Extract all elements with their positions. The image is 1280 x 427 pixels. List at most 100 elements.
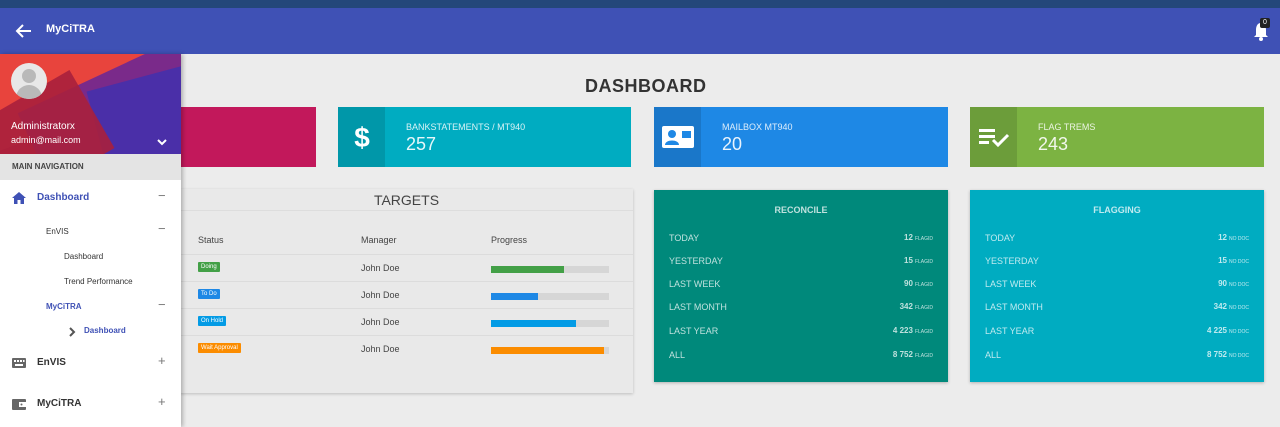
stat-unit: FLAGID xyxy=(914,353,933,359)
progress-fill xyxy=(491,293,539,300)
progress-fill xyxy=(491,266,565,273)
info-box-label: MAILBOX MT940 xyxy=(722,122,793,132)
stat-value: 4 225 NO DOC xyxy=(1207,326,1249,335)
chevron-down-icon[interactable] xyxy=(156,137,168,147)
stat-row: LAST MONTH 342 FLAGID xyxy=(669,302,933,318)
collapse-toggle[interactable]: − xyxy=(158,221,166,236)
stat-value: 15 FLAGID xyxy=(904,256,933,265)
sidebar-item-label: Dashboard xyxy=(84,326,126,335)
sidebar-item-mycitra-dashboard[interactable]: Dashboard xyxy=(0,320,181,346)
stat-label: LAST WEEK xyxy=(985,279,1037,289)
stat-value: 8 752 FLAGID xyxy=(893,350,933,359)
stat-label: LAST MONTH xyxy=(669,302,727,312)
info-box-bankstatements[interactable]: $ BANKSTATEMENTS / MT940 257 xyxy=(338,107,631,167)
stat-label: ALL xyxy=(669,350,686,360)
column-header-manager: Manager xyxy=(361,235,397,245)
stat-number: 342 xyxy=(1213,302,1227,311)
stat-row: LAST WEEK 90 FLAGID xyxy=(669,279,933,295)
home-icon xyxy=(12,192,26,204)
table-row[interactable]: Wait Approval John Doe xyxy=(180,335,633,362)
keyboard-icon xyxy=(12,358,26,368)
progress-fill xyxy=(491,320,576,327)
stat-unit: NO DOC xyxy=(1229,305,1249,311)
stat-value: 8 752 NO DOC xyxy=(1207,350,1249,359)
table-row[interactable]: On Hold John Doe xyxy=(180,308,633,335)
targets-panel: TARGETS Status Manager Progress Doing Jo… xyxy=(180,189,633,393)
stat-unit: NO DOC xyxy=(1229,259,1249,265)
sidebar-item-mycitra[interactable]: MyCiTRA + xyxy=(0,393,181,419)
expand-toggle[interactable]: + xyxy=(158,394,166,409)
sidebar-item-label: EnVIS xyxy=(37,357,66,368)
main-navigation-header: MAIN NAVIGATION xyxy=(0,154,181,180)
info-box-flag-trems[interactable]: FLAG TREMS 243 xyxy=(970,107,1264,167)
sidebar-item-envis-sub[interactable]: EnVIS − xyxy=(0,220,181,246)
stat-label: YESTERDAY xyxy=(669,256,723,266)
top-strip xyxy=(0,0,1280,8)
stat-label: YESTERDAY xyxy=(985,256,1039,266)
avatar[interactable] xyxy=(11,63,47,99)
stat-unit: FLAGID xyxy=(914,305,933,311)
stat-label: TODAY xyxy=(669,233,700,243)
reconcile-card: RECONCILE TODAY 12 FLAGID YESTERDAY 15 FLAGI… xyxy=(654,190,948,382)
column-header-progress: Progress xyxy=(491,235,528,245)
progress-bar xyxy=(491,293,609,300)
status-badge: On Hold xyxy=(198,316,227,326)
sidebar-item-dashboard[interactable]: Dashboard − xyxy=(0,187,181,213)
sidebar-item-envis[interactable]: EnVIS + xyxy=(0,352,181,378)
stat-number: 8 752 xyxy=(892,350,913,359)
progress-bar xyxy=(491,320,609,327)
stat-row: TODAY 12 FLAGID xyxy=(669,233,933,249)
app-title: MyCiTRA xyxy=(46,23,95,35)
collapse-toggle[interactable]: − xyxy=(158,297,166,312)
flagging-title: FLAGGING xyxy=(1093,205,1141,215)
checklist-icon xyxy=(970,107,1017,167)
stat-value: 342 FLAGID xyxy=(900,302,933,311)
stat-label: LAST YEAR xyxy=(669,326,719,336)
collapse-toggle[interactable]: − xyxy=(158,188,166,203)
main-content: DASHBOARD $ BANKSTATEMENTS / MT940 257 M… xyxy=(0,54,1280,427)
info-box-pink[interactable] xyxy=(180,107,316,167)
stat-unit: FLAGID xyxy=(914,236,933,242)
sidebar-item-label: EnVIS xyxy=(46,227,69,236)
avatar-head xyxy=(22,69,36,83)
info-box-value: 243 xyxy=(1038,134,1069,154)
stat-unit: FLAGID xyxy=(914,259,933,265)
sidebar-item-label: MyCiTRA xyxy=(46,302,82,311)
stat-value: 4 223 FLAGID xyxy=(893,326,933,335)
stat-value: 12 NO DOC xyxy=(1218,233,1249,242)
info-box-value: 257 xyxy=(406,134,437,154)
avatar-body xyxy=(16,85,42,99)
stat-number: 342 xyxy=(899,302,913,311)
table-row[interactable]: Doing John Doe xyxy=(180,254,633,281)
table-row[interactable]: To Do John Doe xyxy=(180,281,633,308)
stat-row: TODAY 12 NO DOC xyxy=(985,233,1249,249)
notification-count-badge: 0 xyxy=(1260,18,1270,28)
app-bar: MyCiTRA 0 xyxy=(0,8,1280,54)
progress-bar xyxy=(491,266,609,273)
expand-toggle[interactable]: + xyxy=(158,353,166,368)
sidebar-item-mycitra-sub[interactable]: MyCiTRA − xyxy=(0,296,181,322)
sidebar-item-label: MyCiTRA xyxy=(37,398,82,409)
info-box-value: 20 xyxy=(722,134,743,154)
sidebar: Administratorx admin@mail.com MAIN NAVIG… xyxy=(0,54,181,427)
chevron-right-icon xyxy=(69,327,76,337)
sidebar-item-envis-dashboard[interactable]: Dashboard xyxy=(0,246,181,272)
sidebar-item-label: Dashboard xyxy=(37,192,90,203)
info-box-mailbox[interactable]: MAILBOX MT940 20 xyxy=(654,107,948,167)
manager-cell: John Doe xyxy=(361,290,400,300)
stat-value: 90 NO DOC xyxy=(1218,279,1249,288)
sidebar-item-trend-performance[interactable]: Trend Performance xyxy=(0,271,181,297)
stat-row: ALL 8 752 FLAGID xyxy=(669,350,933,366)
column-header-status: Status xyxy=(198,235,224,245)
status-badge: Doing xyxy=(198,262,220,272)
stat-row: LAST MONTH 342 NO DOC xyxy=(985,302,1249,318)
back-arrow-icon[interactable] xyxy=(14,21,34,41)
stat-label: LAST MONTH xyxy=(985,302,1043,312)
progress-fill xyxy=(491,347,605,354)
user-email: admin@mail.com xyxy=(11,135,81,145)
stat-number: 4 223 xyxy=(892,326,913,335)
page-title: DASHBOARD xyxy=(585,76,707,96)
user-name: Administratorx xyxy=(11,121,75,132)
stat-label: ALL xyxy=(985,350,1002,360)
stat-unit: NO DOC xyxy=(1229,329,1249,335)
